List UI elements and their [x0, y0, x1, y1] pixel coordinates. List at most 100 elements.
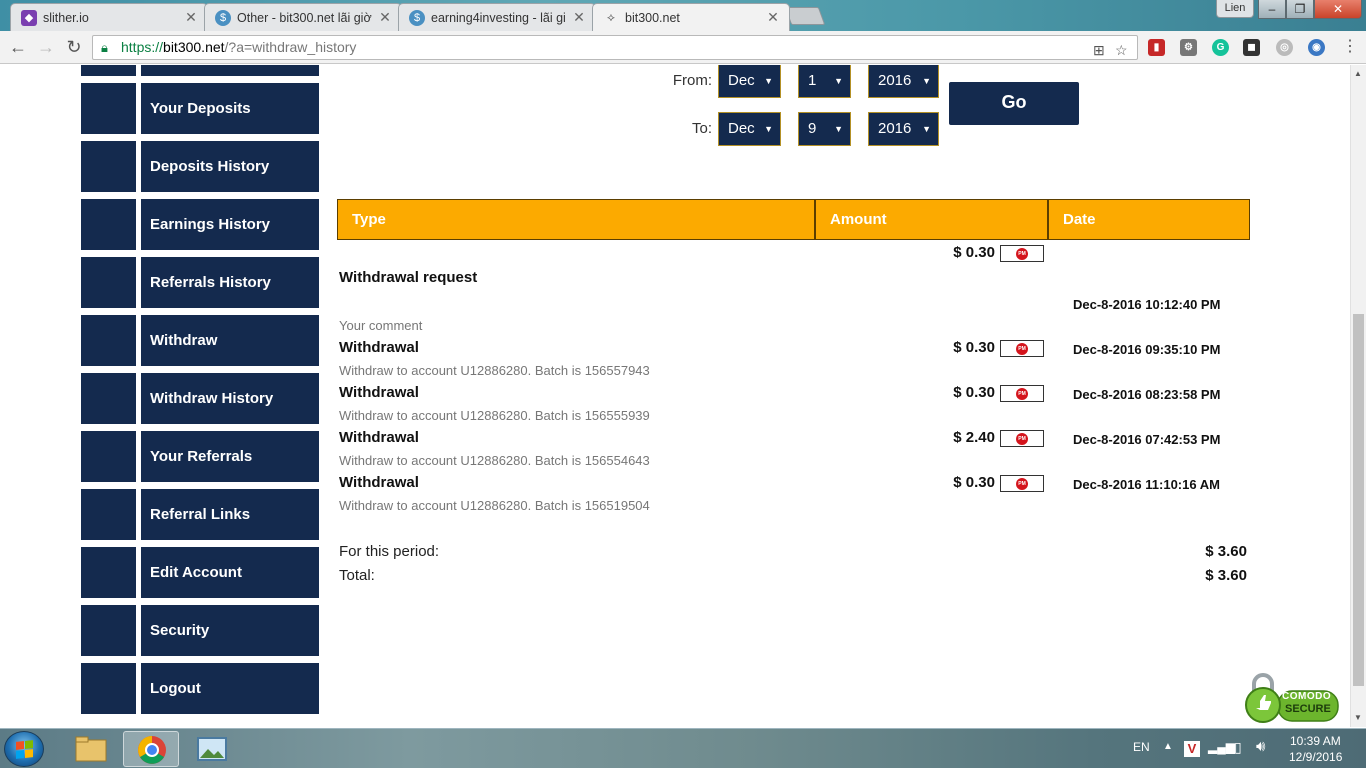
language-indicator[interactable]: EN [1133, 740, 1150, 754]
menu-your-deposits[interactable]: Your Deposits [141, 83, 319, 134]
tab-bit300[interactable]: ⟡ bit300.net ✕ [592, 3, 790, 31]
menu-square [81, 141, 136, 192]
row-detail: Withdraw to account U12886280. Batch is … [339, 498, 650, 513]
close-tab-icon[interactable]: ✕ [571, 9, 587, 26]
scroll-thumb[interactable] [1353, 314, 1364, 686]
file-explorer-icon[interactable] [62, 731, 118, 767]
extension-circle-icon[interactable]: ◎ [1276, 39, 1293, 56]
extension-blue-icon[interactable]: ◉ [1308, 39, 1325, 56]
menu-earnings-history[interactable]: Earnings History [141, 199, 319, 250]
chrome-icon [138, 736, 166, 764]
row-amount: $ 0.30 [953, 244, 995, 261]
menu-referral-links[interactable]: Referral Links [141, 489, 319, 540]
row-amount: $ 0.30 [953, 474, 995, 491]
row-title: Withdrawal [339, 339, 419, 356]
maximize-button[interactable]: ❐ [1286, 0, 1314, 19]
row-amount: $ 0.30 [953, 339, 995, 356]
translate-icon[interactable]: ⊞ [1093, 39, 1105, 62]
menu-logout[interactable]: Logout [141, 663, 319, 714]
clock-time[interactable]: 10:39 AM [1290, 734, 1341, 748]
tab-earning4investing[interactable]: $ earning4investing - lãi gi ✕ [398, 3, 596, 31]
row-date: Dec-8-2016 08:23:58 PM [1073, 387, 1221, 402]
to-day-select[interactable]: 9 ▼ [798, 112, 851, 146]
picture-icon [197, 737, 227, 761]
perfect-money-badge: PM [1000, 340, 1044, 357]
menu-square [81, 489, 136, 540]
volume-icon[interactable]: 🔊︎ [1256, 738, 1265, 755]
dropdown-arrow-icon: ▼ [764, 124, 773, 134]
comodo-secure-seal[interactable]: COMODO SECURE [1244, 672, 1340, 724]
minimize-button[interactable]: ‒ [1258, 0, 1286, 19]
browser-toolbar: ← → ↻ 🔒︎ https://bit300.net/?a=withdraw_… [0, 31, 1366, 64]
to-month-select[interactable]: Dec ▼ [718, 112, 781, 146]
address-bar[interactable]: 🔒︎ https://bit300.net/?a=withdraw_histor… [92, 35, 1138, 60]
start-button[interactable] [4, 731, 44, 767]
dropdown-arrow-icon: ▼ [834, 76, 843, 86]
menu-withdraw-history[interactable]: Withdraw History [141, 373, 319, 424]
close-window-button[interactable]: ✕ [1314, 0, 1362, 19]
tab-other-bit300[interactable]: $ Other - bit300.net lãi giờ ✕ [204, 3, 402, 31]
menu-square [81, 199, 136, 250]
close-tab-icon[interactable]: ✕ [765, 9, 781, 26]
menu-security[interactable]: Security [141, 605, 319, 656]
folder-icon [75, 736, 107, 762]
menu-square [81, 65, 136, 76]
tab-slither[interactable]: ◆ slither.io ✕ [10, 3, 208, 31]
antivirus-tray-icon[interactable]: V [1184, 741, 1200, 757]
back-arrow-icon[interactable]: ← [6, 36, 30, 60]
pm-icon: PM [1016, 478, 1028, 490]
grand-total-label: Total: [339, 567, 375, 584]
clock-date[interactable]: 12/9/2016 [1289, 750, 1342, 764]
game-controller-icon[interactable]: ◼ [1243, 39, 1260, 56]
url-host: bit300.net [163, 39, 225, 55]
menu-withdraw[interactable]: Withdraw [141, 315, 319, 366]
bookmark-star-icon[interactable]: ☆ [1115, 39, 1128, 62]
scroll-down-icon[interactable]: ▼ [1354, 713, 1362, 722]
battery-icon[interactable]: ▯ [1234, 739, 1242, 756]
grammarly-icon[interactable]: G [1212, 39, 1229, 56]
profile-badge[interactable]: Lien [1216, 0, 1254, 18]
from-year-select[interactable]: 2016 ▼ [868, 65, 939, 98]
page-scrollbar[interactable]: ▲ ▼ [1350, 65, 1366, 727]
forward-arrow-icon[interactable]: → [34, 36, 58, 60]
scroll-up-icon[interactable]: ▲ [1354, 69, 1362, 78]
selected-value: Dec [728, 120, 755, 137]
menu-your-referrals[interactable]: Your Referrals [141, 431, 319, 482]
menu-edit-account[interactable]: Edit Account [141, 547, 319, 598]
go-button[interactable]: Go [949, 82, 1079, 125]
tab-strip: ◆ slither.io ✕ $ Other - bit300.net lãi … [0, 0, 1366, 31]
bookmark-extension-icon[interactable]: ▮ [1148, 39, 1165, 56]
period-total-label: For this period: [339, 543, 440, 560]
from-day-select[interactable]: 1 ▼ [798, 65, 851, 98]
menu-square [81, 605, 136, 656]
menu-square [81, 257, 136, 308]
tray-expand-icon[interactable]: ▲ [1163, 741, 1173, 752]
dropdown-arrow-icon: ▼ [922, 76, 931, 86]
column-header-type: Type [337, 199, 815, 240]
perfect-money-badge: PM [1000, 385, 1044, 402]
signal-strength-icon[interactable]: ▂▄▆ [1208, 740, 1235, 754]
menu-deposits-history[interactable]: Deposits History [141, 141, 319, 192]
close-tab-icon[interactable]: ✕ [377, 9, 393, 26]
menu-item-partial[interactable] [141, 65, 319, 76]
url-path: /?a=withdraw_history [224, 39, 357, 55]
menu-kebab-icon[interactable]: ⋮ [1338, 36, 1362, 60]
reload-icon[interactable]: ↻ [62, 36, 86, 60]
row-title: Withdrawal [339, 474, 419, 491]
row-date: Dec-8-2016 09:35:10 PM [1073, 342, 1221, 357]
selected-value: Dec [728, 72, 755, 89]
to-year-select[interactable]: 2016 ▼ [868, 112, 939, 146]
menu-referrals-history[interactable]: Referrals History [141, 257, 319, 308]
adblock-extension-icon[interactable]: ⚙ [1180, 39, 1197, 56]
selected-value: 2016 [878, 72, 912, 89]
slither-icon: ◆ [21, 9, 37, 26]
chrome-taskbar-button[interactable] [123, 731, 179, 767]
close-tab-icon[interactable]: ✕ [183, 9, 199, 26]
dropdown-arrow-icon: ▼ [922, 124, 931, 134]
period-total-value: $ 3.60 [1205, 543, 1247, 560]
selected-value: 9 [808, 120, 817, 137]
new-tab-button[interactable] [784, 7, 826, 25]
row-amount: $ 2.40 [953, 429, 995, 446]
from-month-select[interactable]: Dec ▼ [718, 65, 781, 98]
photo-viewer-icon[interactable] [184, 731, 240, 767]
